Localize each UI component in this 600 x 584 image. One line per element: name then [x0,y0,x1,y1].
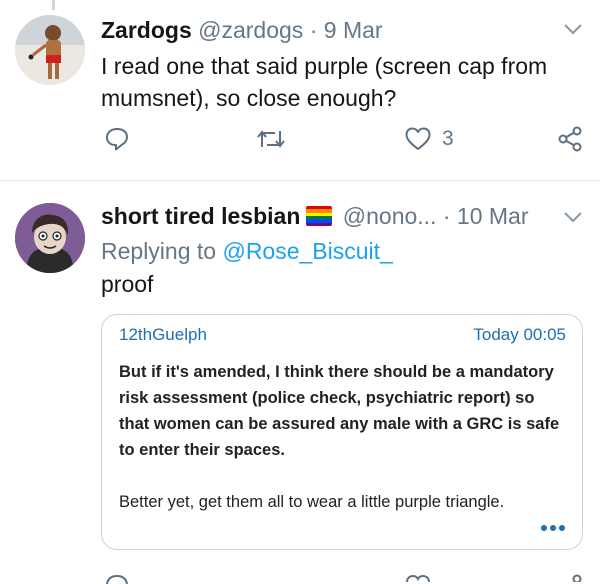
thread-connector [52,0,55,10]
retweet-icon [257,130,285,148]
tweet1-text: I read one that said purple (screen cap … [101,50,547,114]
tweet-text-line: I read one that said purple (screen cap … [101,53,548,79]
reply-button[interactable] [104,572,130,584]
tweet-date[interactable]: 9 Mar [324,17,383,43]
reply-icon [106,574,128,584]
share-button[interactable] [557,126,583,152]
reply-icon [106,128,128,151]
pride-flag-emoji [306,206,333,226]
chevron-down-icon[interactable] [563,210,583,229]
display-name[interactable]: short tired lesbian [101,203,300,229]
card-message: Better yet, get them all to wear a littl… [119,493,505,511]
card-message-bold: But if it's amended, I think there shoul… [119,363,560,459]
tweet-divider [0,180,600,181]
like-button[interactable]: 3 [404,126,454,152]
retweet-button[interactable] [256,127,286,151]
card-username: 12thGuelph [119,325,207,344]
tweet-text-line: mumsnet), so close enough? [101,85,397,111]
avatar-short-tired-lesbian[interactable] [15,203,85,273]
avatar-zardogs[interactable] [15,15,85,85]
replying-prefix: Replying to [101,238,217,264]
separator: · [309,17,318,43]
tweet2-header: short tired lesbian @nono... · 10 Mar [101,201,529,231]
replying-to: Replying to @Rose_Biscuit_ [101,236,393,266]
display-name[interactable]: Zardogs [101,17,192,43]
like-count: 3 [442,127,454,150]
chevron-down-icon[interactable] [563,22,583,41]
tweet-date[interactable]: 10 Mar [457,203,529,229]
more-dots-icon[interactable] [540,519,566,537]
heart-icon [405,127,431,150]
replying-handle[interactable]: @Rose_Biscuit_ [222,238,392,264]
tweet2-text: proof [101,271,154,297]
screenshot-card[interactable]: 12thGuelph Today 00:05 But if it's amend… [101,314,583,550]
reply-button[interactable] [104,126,130,152]
card-timestamp: Today 00:05 [473,325,566,344]
handle[interactable]: @zardogs [198,17,303,43]
handle[interactable]: @nono... [343,203,437,229]
tweet1-header: Zardogs @zardogs · 9 Mar [101,15,383,45]
share-icon [558,126,582,152]
separator: · [442,203,451,229]
